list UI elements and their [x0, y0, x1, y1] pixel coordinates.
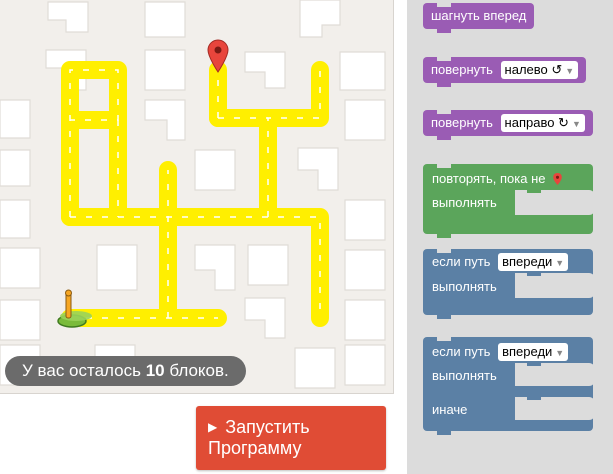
block-toolbox: шагнуть вперед повернуть налево ↺ ▼ повер… — [407, 0, 613, 474]
if-path-label: если путь — [432, 254, 491, 269]
turn-right-block[interactable]: повернуть направо ↻ ▼ — [423, 109, 593, 140]
map-marker-icon — [553, 173, 562, 185]
chevron-down-icon: ▼ — [565, 66, 575, 76]
blocks-remaining-count: 10 — [145, 361, 165, 380]
blocks-remaining-suffix: блоков. — [169, 361, 229, 380]
turn-right-dropdown[interactable]: направо ↻ ▼ — [500, 114, 585, 132]
if-else-path-dropdown[interactable]: впереди ▼ — [498, 343, 569, 361]
repeat-until-label: повторять, пока не — [432, 171, 546, 186]
if-path-block[interactable]: если путь впереди ▼ выполнять — [423, 248, 595, 319]
chevron-down-icon: ▼ — [571, 119, 581, 129]
maze-area: У вас осталось 10 блоков. — [0, 0, 394, 394]
play-icon: ▶ — [208, 420, 218, 434]
turn-left-dropdown[interactable]: налево ↺ ▼ — [500, 61, 579, 79]
run-button-label-line2: Программу — [208, 438, 302, 458]
if-else-path-block[interactable]: если путь впереди ▼ выполнять иначе — [423, 336, 595, 435]
chevron-down-icon: ▼ — [555, 348, 565, 358]
blocks-remaining-prefix: У вас осталось — [22, 361, 141, 380]
move-forward-block[interactable]: шагнуть вперед — [423, 2, 535, 33]
turn-right-label: повернуть — [431, 115, 493, 130]
run-button-label-line1: Запустить — [225, 417, 310, 437]
if-path-dropdown[interactable]: впереди ▼ — [498, 253, 569, 271]
chevron-down-icon: ▼ — [555, 258, 565, 268]
maze-tiles — [0, 0, 386, 389]
blocks-remaining-badge: У вас осталось 10 блоков. — [5, 356, 246, 386]
move-forward-label: шагнуть вперед — [431, 8, 527, 23]
if-else-do-label: выполнять — [432, 368, 497, 383]
turn-left-block[interactable]: повернуть налево ↺ ▼ — [423, 56, 587, 87]
if-else-path-label: если путь — [432, 344, 491, 359]
repeat-until-block[interactable]: повторять, пока не выполнять — [423, 163, 595, 238]
else-label: иначе — [432, 402, 468, 417]
maze-canvas — [0, 0, 386, 389]
maze-game: У вас осталось 10 блоков. ▶ Запустить Про… — [0, 0, 613, 474]
run-program-button[interactable]: ▶ Запустить Программу — [196, 406, 386, 470]
turn-left-label: повернуть — [431, 62, 493, 77]
repeat-do-label: выполнять — [432, 195, 497, 210]
if-do-label: выполнять — [432, 279, 497, 294]
